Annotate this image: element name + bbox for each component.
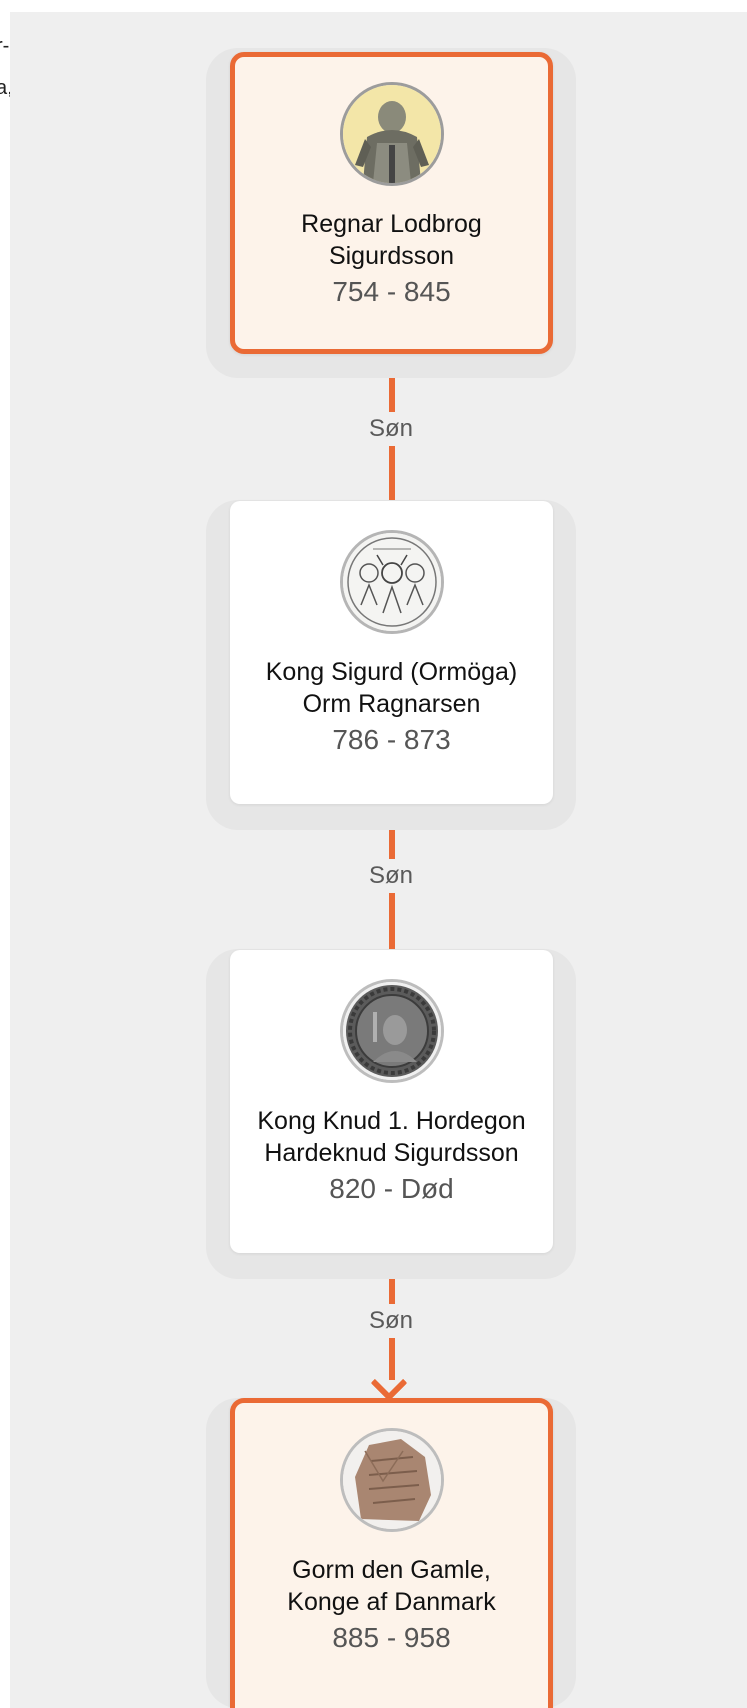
runestone-icon — [339, 1428, 444, 1532]
relation-label: Søn — [341, 412, 441, 446]
relation-label: Søn — [341, 859, 441, 893]
drawing-icon — [339, 530, 444, 634]
person-card[interactable]: Kong Sigurd (Ormöga) Orm Ragnarsen 786 -… — [230, 501, 553, 804]
person-card[interactable]: Regnar Lodbrog Sigurdsson 754 - 845 — [230, 52, 553, 354]
person-name: Gorm den Gamle, — [292, 1556, 491, 1584]
person-years: 786 - 873 — [332, 724, 451, 755]
person-years: 820 - Død — [329, 1173, 454, 1204]
portrait-icon — [339, 82, 444, 186]
person-years: 885 - 958 — [332, 1622, 451, 1653]
person-card[interactable]: Gorm den Gamle, Konge af Danmark 885 - 9… — [230, 1398, 553, 1708]
person-name: Regnar Lodbrog — [301, 210, 482, 238]
person-name: Kong Knud 1. Hordegon — [257, 1107, 526, 1135]
person-name: Orm Ragnarsen — [302, 690, 481, 718]
person-years: 754 - 845 — [332, 276, 451, 307]
clipped-text-fragment: a, — [0, 77, 10, 99]
clipped-text-fragment: r- — [0, 35, 10, 57]
person-name: Sigurdsson — [328, 242, 455, 270]
person-card[interactable]: Kong Knud 1. Hordegon Hardeknud Sigurdss… — [230, 950, 553, 1253]
person-name: Hardeknud Sigurdsson — [264, 1139, 519, 1167]
person-name: Kong Sigurd (Ormöga) — [265, 658, 518, 686]
coin-icon — [339, 979, 444, 1083]
person-name: Konge af Danmark — [287, 1588, 496, 1616]
relation-label: Søn — [341, 1304, 441, 1338]
